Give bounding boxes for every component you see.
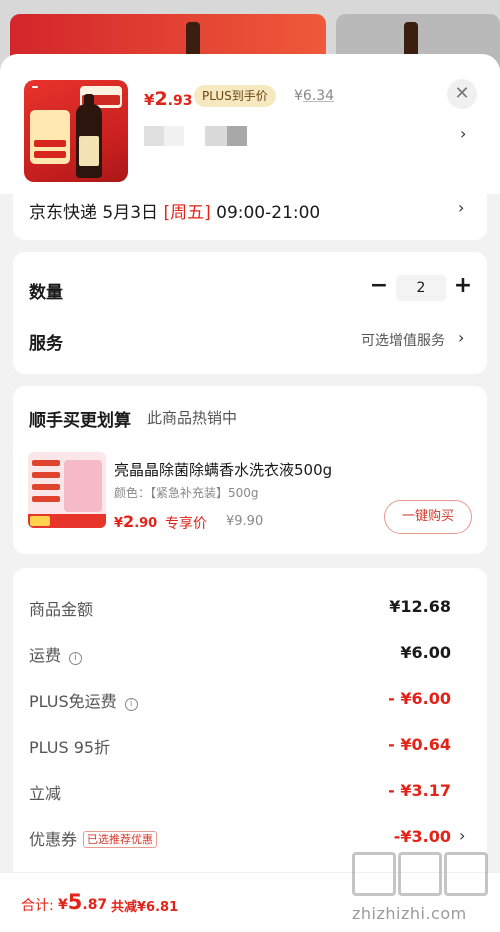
spec-thumb-blurred[interactable] xyxy=(227,126,247,146)
delivery-weekday: [周五] xyxy=(163,203,211,223)
summary-row: 商品金额 ¥12.68 xyxy=(13,592,487,620)
original-price-value: 6.34 xyxy=(302,88,335,104)
recommended-item-variant: 颜色：【紧急补充装】500g xyxy=(114,486,259,500)
watermark-glyph xyxy=(352,852,396,896)
product-header: ¥2.93 PLUS到手价 ¥6.34 ✕ › xyxy=(0,54,500,194)
recommended-item-thumbnail[interactable] xyxy=(28,452,106,528)
summary-label: 优惠券 已选推荐优惠 xyxy=(29,826,158,850)
thumbnail-promo-line xyxy=(34,140,66,147)
total-label: 合计: xyxy=(21,898,54,914)
product-price: ¥2.93 xyxy=(144,88,192,110)
close-button[interactable]: ✕ xyxy=(447,79,477,109)
chevron-right-icon[interactable]: › xyxy=(459,826,465,845)
thumbnail-promo-line xyxy=(32,484,60,490)
price-symbol: ¥ xyxy=(114,516,124,531)
summary-label: 商品金额 xyxy=(29,600,94,619)
watermark-glyph xyxy=(444,852,488,896)
delivery-row[interactable]: 京东快递 5月3日 [周五] 09:00-21:00 › xyxy=(13,194,487,240)
spec-thumb-blurred[interactable] xyxy=(205,126,227,146)
recommendation-subtitle: 此商品热销中 xyxy=(147,409,238,427)
quantity-decrease-button[interactable]: − xyxy=(369,274,389,298)
summary-value: - ¥6.00 xyxy=(388,689,451,708)
chevron-right-icon[interactable]: › xyxy=(458,328,464,347)
original-price: ¥6.34 xyxy=(294,88,334,104)
quantity-increase-button[interactable]: + xyxy=(452,274,474,298)
thumbnail-promo-line xyxy=(32,496,60,502)
recommendation-title: 顺手买更划算 xyxy=(29,411,131,431)
info-icon[interactable]: i xyxy=(124,698,138,711)
recommended-item-price: ¥2.90 xyxy=(114,512,157,531)
summary-row: 立减 - ¥3.17 xyxy=(13,776,487,804)
summary-label-text: PLUS免运费 xyxy=(29,692,117,711)
watermark-text: zhizhizhi.com xyxy=(352,904,467,923)
spec-thumb-blurred[interactable] xyxy=(164,126,184,146)
recommended-item-name[interactable]: 亮晶晶除菌除螨香水洗衣液500g xyxy=(114,459,332,480)
price-decimal: .93 xyxy=(167,93,193,109)
one-click-buy-button[interactable]: 一键购买 xyxy=(384,500,472,534)
coupon-row[interactable]: 优惠券 已选推荐优惠 -¥3.00 › xyxy=(13,822,487,850)
watermark-logo xyxy=(352,852,492,902)
close-icon: ✕ xyxy=(454,83,470,104)
summary-label: 运费 i xyxy=(29,642,83,666)
summary-row: 运费 i ¥6.00 xyxy=(13,638,487,666)
service-label: 服务 xyxy=(29,334,63,354)
summary-row: PLUS 95折 - ¥0.64 xyxy=(13,730,487,758)
order-sheet: ¥2.93 PLUS到手价 ¥6.34 ✕ › 京东快递 5月3日 [周五] 0… xyxy=(0,54,500,932)
summary-label-text: 优惠券 xyxy=(29,830,78,849)
info-icon[interactable]: i xyxy=(69,652,83,665)
price-symbol: ¥ xyxy=(144,91,155,109)
exclusive-price-label: 专享价 xyxy=(165,516,207,532)
summary-value: - ¥0.64 xyxy=(388,735,451,754)
bottle-label-shape xyxy=(79,136,99,166)
summary-value: ¥12.68 xyxy=(389,597,451,616)
quantity-label: 数量 xyxy=(29,283,63,303)
thumbnail-price-tag xyxy=(30,516,50,526)
coupon-recommended-tag: 已选推荐优惠 xyxy=(83,831,158,848)
summary-label-text: 运费 xyxy=(29,646,62,665)
price-symbol: ¥ xyxy=(58,897,68,913)
delivery-info: 京东快递 5月3日 [周五] 09:00-21:00 xyxy=(29,198,320,223)
price-integer: 2 xyxy=(123,512,135,531)
thumbnail-promo-line xyxy=(32,460,60,466)
price-decimal: .90 xyxy=(134,516,158,531)
thumbnail-promo-line xyxy=(32,472,60,478)
total-savings: 共减¥6.81 xyxy=(111,900,179,915)
quantity-input[interactable]: 2 xyxy=(396,275,446,301)
summary-label: PLUS 95折 xyxy=(29,738,111,757)
total-price: ¥5.87 xyxy=(58,890,107,914)
watermark-glyph xyxy=(398,852,442,896)
price-decimal: .87 xyxy=(82,897,108,913)
price-integer: 5 xyxy=(67,890,83,914)
chevron-right-icon: › xyxy=(458,198,465,217)
quantity-service-card: 数量 − 2 + 服务 可选增值服务 › xyxy=(13,252,487,374)
summary-label: 立减 xyxy=(29,784,62,803)
summary-value: -¥3.00 xyxy=(393,827,451,846)
detergent-pack-shape xyxy=(64,460,102,512)
original-price-symbol: ¥ xyxy=(294,88,303,104)
price-integer: 2 xyxy=(154,88,168,110)
delivery-date: 京东快递 5月3日 xyxy=(29,203,164,223)
spec-thumb-blurred[interactable] xyxy=(144,126,164,146)
product-thumbnail[interactable] xyxy=(24,80,128,182)
delivery-time: 09:00-21:00 xyxy=(210,203,321,223)
summary-row: PLUS免运费 i - ¥6.00 xyxy=(13,684,487,712)
summary-value: - ¥3.17 xyxy=(388,781,451,800)
recommendation-card: 顺手买更划算 此商品热销中 亮晶晶除菌除螨香水洗衣液500g 颜色：【紧急补充装… xyxy=(13,386,487,554)
recommended-item-original-price: ¥9.90 xyxy=(226,514,264,529)
plus-price-tag: PLUS到手价 xyxy=(194,85,276,107)
summary-value: ¥6.00 xyxy=(400,643,451,662)
thumbnail-tag xyxy=(32,86,38,88)
thumbnail-promo-line xyxy=(34,151,66,158)
service-option-link[interactable]: 可选增值服务 xyxy=(361,330,445,350)
chevron-right-icon[interactable]: › xyxy=(460,124,466,143)
summary-label: PLUS免运费 i xyxy=(29,688,138,712)
